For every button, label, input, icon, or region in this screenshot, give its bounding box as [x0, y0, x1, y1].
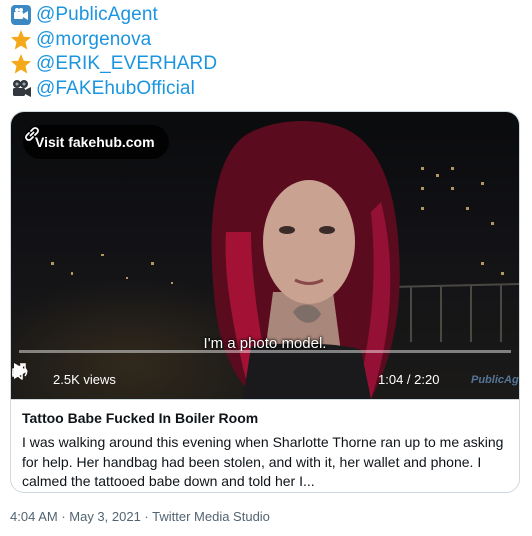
mention-row: @PublicAgent	[10, 3, 217, 28]
mention-link-erik-everhard[interactable]: @ERIK_EVERHARD	[36, 53, 217, 75]
mention-list: @PublicAgent @morgenova @ERIK_EVERHARD @…	[10, 3, 217, 101]
tweet-date[interactable]: May 3, 2021	[69, 509, 141, 524]
mention-row: @ERIK_EVERHARD	[10, 52, 217, 77]
video-time: 1:04 / 2:20	[378, 372, 440, 387]
video-progress-bar[interactable]	[19, 350, 511, 353]
video-watermark: PublicAgent.com	[471, 374, 519, 386]
card-text-area[interactable]: Tattoo Babe Fucked In Boiler Room I was …	[11, 399, 519, 489]
card-title: Tattoo Babe Fucked In Boiler Room	[22, 410, 259, 426]
tweet-meta: 4:04 AM · May 3, 2021 · Twitter Media St…	[10, 509, 270, 524]
mention-row: @morgenova	[10, 28, 217, 53]
mention-row: @FAKEhubOfficial	[10, 77, 217, 102]
visit-site-label: Visit fakehub.com	[35, 134, 155, 150]
mention-link-publicagent[interactable]: @PublicAgent	[36, 4, 158, 26]
video-player[interactable]: Visit fakehub.com I'm a photo model. 2.5…	[11, 112, 519, 399]
mention-link-morgenova[interactable]: @morgenova	[36, 29, 151, 51]
mention-link-fakehub[interactable]: @FAKEhubOfficial	[36, 78, 195, 100]
card-description: I was walking around this evening when S…	[22, 434, 504, 489]
video-controls: 2.5K views 1:04 / 2:20 PublicAgent.com	[11, 362, 519, 396]
film-camera-emoji-icon	[10, 78, 34, 100]
tweet-time[interactable]: 4:04 AM	[10, 509, 58, 524]
star-emoji-icon	[10, 29, 34, 51]
meta-separator: ·	[57, 509, 70, 524]
view-count: 2.5K views	[53, 372, 116, 387]
media-card[interactable]: Visit fakehub.com I'm a photo model. 2.5…	[10, 111, 520, 493]
link-icon	[25, 127, 39, 141]
tweet-source[interactable]: Twitter Media Studio	[152, 509, 270, 524]
expand-icon[interactable]	[11, 362, 27, 378]
visit-site-button[interactable]: Visit fakehub.com	[23, 125, 169, 159]
star-emoji-icon	[10, 53, 34, 75]
meta-separator: ·	[140, 509, 153, 524]
movie-camera-emoji-icon	[10, 4, 34, 26]
